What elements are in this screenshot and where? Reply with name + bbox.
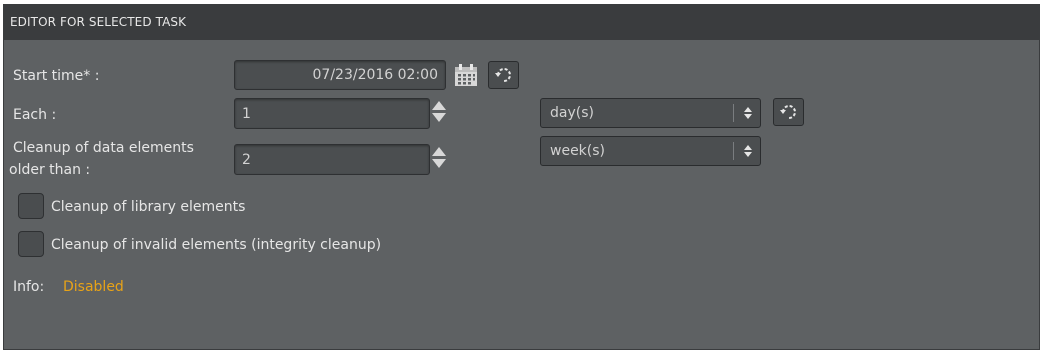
refresh-icon [779,105,796,119]
panel-title: EDITOR FOR SELECTED TASK [4,5,1039,40]
each-stepper[interactable] [432,101,446,122]
calendar-icon[interactable] [451,62,481,88]
task-editor-panel: EDITOR FOR SELECTED TASK Start time* : 0… [3,4,1040,350]
start-time-input[interactable]: 07/23/2016 02:00 [234,60,446,90]
each-input[interactable]: 1 [234,98,430,129]
select-arrows-icon [744,145,752,157]
cleanup-unit-value: week(s) [550,143,606,159]
each-unit-value: day(s) [550,105,594,121]
cleanup-library-checkbox[interactable] [18,193,44,219]
cleanup-invalid-label: Cleanup of invalid elements (integrity c… [51,237,382,253]
cleanup-data-label-line2: older than : [9,162,91,178]
cleanup-data-stepper[interactable] [432,147,446,168]
decrement-icon[interactable] [432,159,446,168]
cleanup-library-label: Cleanup of library elements [51,199,246,215]
cleanup-data-label-line1: Cleanup of data elements [13,140,194,156]
cleanup-invalid-checkbox[interactable] [18,231,44,257]
each-reset-button[interactable] [773,98,804,126]
select-arrows-icon [744,107,752,119]
start-time-label: Start time* : [13,68,100,84]
increment-icon[interactable] [432,147,446,156]
start-time-reset-button[interactable] [488,61,519,89]
increment-icon[interactable] [432,101,446,110]
info-status-value: Disabled [63,279,124,295]
refresh-icon [494,68,511,82]
each-label: Each : [13,107,57,123]
decrement-icon[interactable] [432,113,446,122]
each-unit-select[interactable]: day(s) [540,98,761,128]
cleanup-data-input[interactable]: 2 [234,144,430,175]
info-label: Info: [13,279,45,295]
cleanup-unit-select[interactable]: week(s) [540,136,761,166]
